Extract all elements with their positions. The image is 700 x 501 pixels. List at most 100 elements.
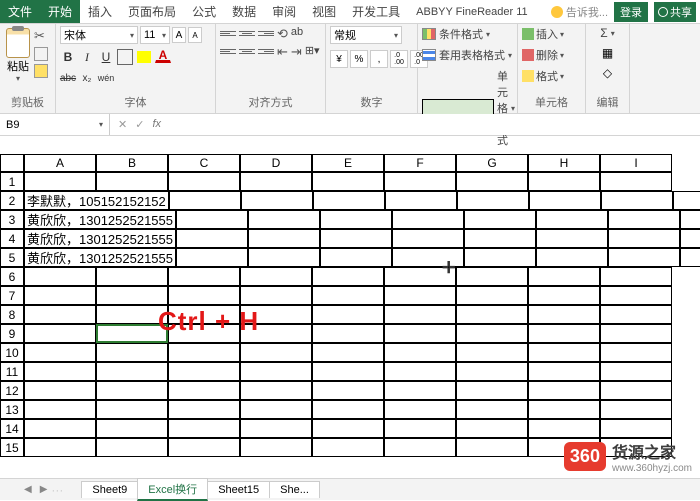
cell[interactable] bbox=[528, 419, 600, 438]
comma-button[interactable]: , bbox=[370, 50, 388, 68]
tell-me[interactable]: 告诉我... bbox=[551, 4, 608, 20]
underline-button[interactable]: U bbox=[98, 49, 114, 65]
cell[interactable] bbox=[673, 191, 700, 210]
cell[interactable] bbox=[456, 381, 528, 400]
tab-home[interactable]: 开始 bbox=[40, 0, 80, 23]
cell[interactable] bbox=[600, 172, 672, 191]
sheet-tab[interactable]: She... bbox=[269, 481, 320, 498]
cell[interactable] bbox=[96, 400, 168, 419]
row-header[interactable]: 14 bbox=[0, 419, 24, 438]
cell[interactable] bbox=[312, 343, 384, 362]
cell[interactable] bbox=[248, 248, 320, 267]
fill-color-button[interactable] bbox=[136, 49, 152, 65]
strike-button[interactable]: abc bbox=[60, 70, 76, 86]
cell[interactable] bbox=[248, 229, 320, 248]
sheet-tab[interactable]: Sheet15 bbox=[207, 481, 270, 498]
row-header[interactable]: 9 bbox=[0, 324, 24, 343]
cell[interactable] bbox=[312, 172, 384, 191]
cell[interactable] bbox=[312, 267, 384, 286]
cell[interactable] bbox=[392, 210, 464, 229]
cell[interactable] bbox=[240, 362, 312, 381]
cell[interactable] bbox=[536, 210, 608, 229]
cell[interactable] bbox=[384, 305, 456, 324]
cell[interactable] bbox=[176, 248, 248, 267]
cell[interactable] bbox=[384, 400, 456, 419]
cell[interactable] bbox=[176, 210, 248, 229]
cell[interactable] bbox=[168, 286, 240, 305]
row-header[interactable]: 12 bbox=[0, 381, 24, 400]
align-left-icon[interactable] bbox=[220, 44, 236, 58]
number-format-select[interactable]: 常规▾ bbox=[330, 26, 402, 44]
cell[interactable] bbox=[320, 229, 392, 248]
indent-inc-icon[interactable]: ⇥ bbox=[291, 44, 302, 60]
cell[interactable] bbox=[608, 248, 680, 267]
cell[interactable] bbox=[313, 191, 385, 210]
cell[interactable] bbox=[456, 267, 528, 286]
cell[interactable] bbox=[240, 172, 312, 191]
bold-button[interactable]: B bbox=[60, 49, 76, 65]
cell[interactable] bbox=[168, 400, 240, 419]
decimal-inc-button[interactable]: .0.00 bbox=[390, 50, 408, 68]
cell[interactable] bbox=[24, 400, 96, 419]
row-header[interactable]: 7 bbox=[0, 286, 24, 305]
cell[interactable] bbox=[240, 438, 312, 457]
sheet-grid[interactable]: 123456789101112131415 ABCDEFGHI 李默默，1051… bbox=[0, 154, 700, 457]
cell[interactable] bbox=[168, 267, 240, 286]
cell[interactable] bbox=[312, 419, 384, 438]
cell[interactable] bbox=[96, 438, 168, 457]
tab-file[interactable]: 文件 bbox=[0, 0, 40, 23]
cell[interactable] bbox=[96, 362, 168, 381]
tab-layout[interactable]: 页面布局 bbox=[120, 0, 184, 23]
cell[interactable] bbox=[464, 229, 536, 248]
cell[interactable] bbox=[384, 343, 456, 362]
tab-formula[interactable]: 公式 bbox=[184, 0, 224, 23]
cell[interactable] bbox=[528, 267, 600, 286]
column-header[interactable]: H bbox=[528, 154, 600, 172]
formula-input[interactable] bbox=[169, 114, 700, 135]
cell[interactable] bbox=[320, 210, 392, 229]
cell[interactable] bbox=[600, 324, 672, 343]
tab-data[interactable]: 数据 bbox=[224, 0, 264, 23]
cell[interactable] bbox=[385, 191, 457, 210]
cell[interactable] bbox=[680, 248, 700, 267]
fill-icon[interactable]: ▦ bbox=[602, 46, 613, 60]
cell[interactable] bbox=[168, 419, 240, 438]
cell[interactable] bbox=[384, 324, 456, 343]
merge-button[interactable]: ⊞▾ bbox=[305, 44, 320, 60]
cell-style-button[interactable]: 单元格样式▾ bbox=[422, 68, 515, 148]
cell[interactable] bbox=[24, 286, 96, 305]
column-header[interactable]: B bbox=[96, 154, 168, 172]
font-color-button[interactable]: A bbox=[155, 49, 171, 63]
cell[interactable] bbox=[536, 248, 608, 267]
cell[interactable] bbox=[168, 381, 240, 400]
insert-cells-button[interactable]: 插入▾ bbox=[522, 26, 564, 42]
row-header[interactable]: 3 bbox=[0, 210, 24, 229]
cell[interactable] bbox=[384, 172, 456, 191]
cell[interactable] bbox=[240, 419, 312, 438]
cell[interactable] bbox=[536, 229, 608, 248]
row-header[interactable]: 15 bbox=[0, 438, 24, 457]
cell[interactable] bbox=[96, 172, 168, 191]
cell[interactable] bbox=[168, 343, 240, 362]
align-center-icon[interactable] bbox=[239, 44, 255, 58]
row-header[interactable]: 2 bbox=[0, 191, 24, 210]
cell[interactable] bbox=[240, 343, 312, 362]
cell[interactable] bbox=[96, 267, 168, 286]
cell[interactable] bbox=[312, 438, 384, 457]
align-right-icon[interactable] bbox=[258, 44, 274, 58]
row-header[interactable]: 11 bbox=[0, 362, 24, 381]
cell[interactable] bbox=[240, 400, 312, 419]
cell[interactable] bbox=[24, 324, 96, 343]
table-format-button[interactable]: 套用表格格式▾ bbox=[422, 47, 512, 63]
cell[interactable] bbox=[96, 286, 168, 305]
cell[interactable] bbox=[384, 381, 456, 400]
cell[interactable] bbox=[312, 400, 384, 419]
cell[interactable] bbox=[168, 362, 240, 381]
row-header[interactable]: 4 bbox=[0, 229, 24, 248]
tab-nav-prev-icon[interactable]: ◀ bbox=[20, 484, 36, 495]
cell[interactable] bbox=[240, 381, 312, 400]
tab-abbyy[interactable]: ABBYY FineReader 11 bbox=[408, 3, 536, 21]
cell[interactable] bbox=[24, 343, 96, 362]
cell[interactable] bbox=[600, 362, 672, 381]
row-header[interactable]: 1 bbox=[0, 172, 24, 191]
